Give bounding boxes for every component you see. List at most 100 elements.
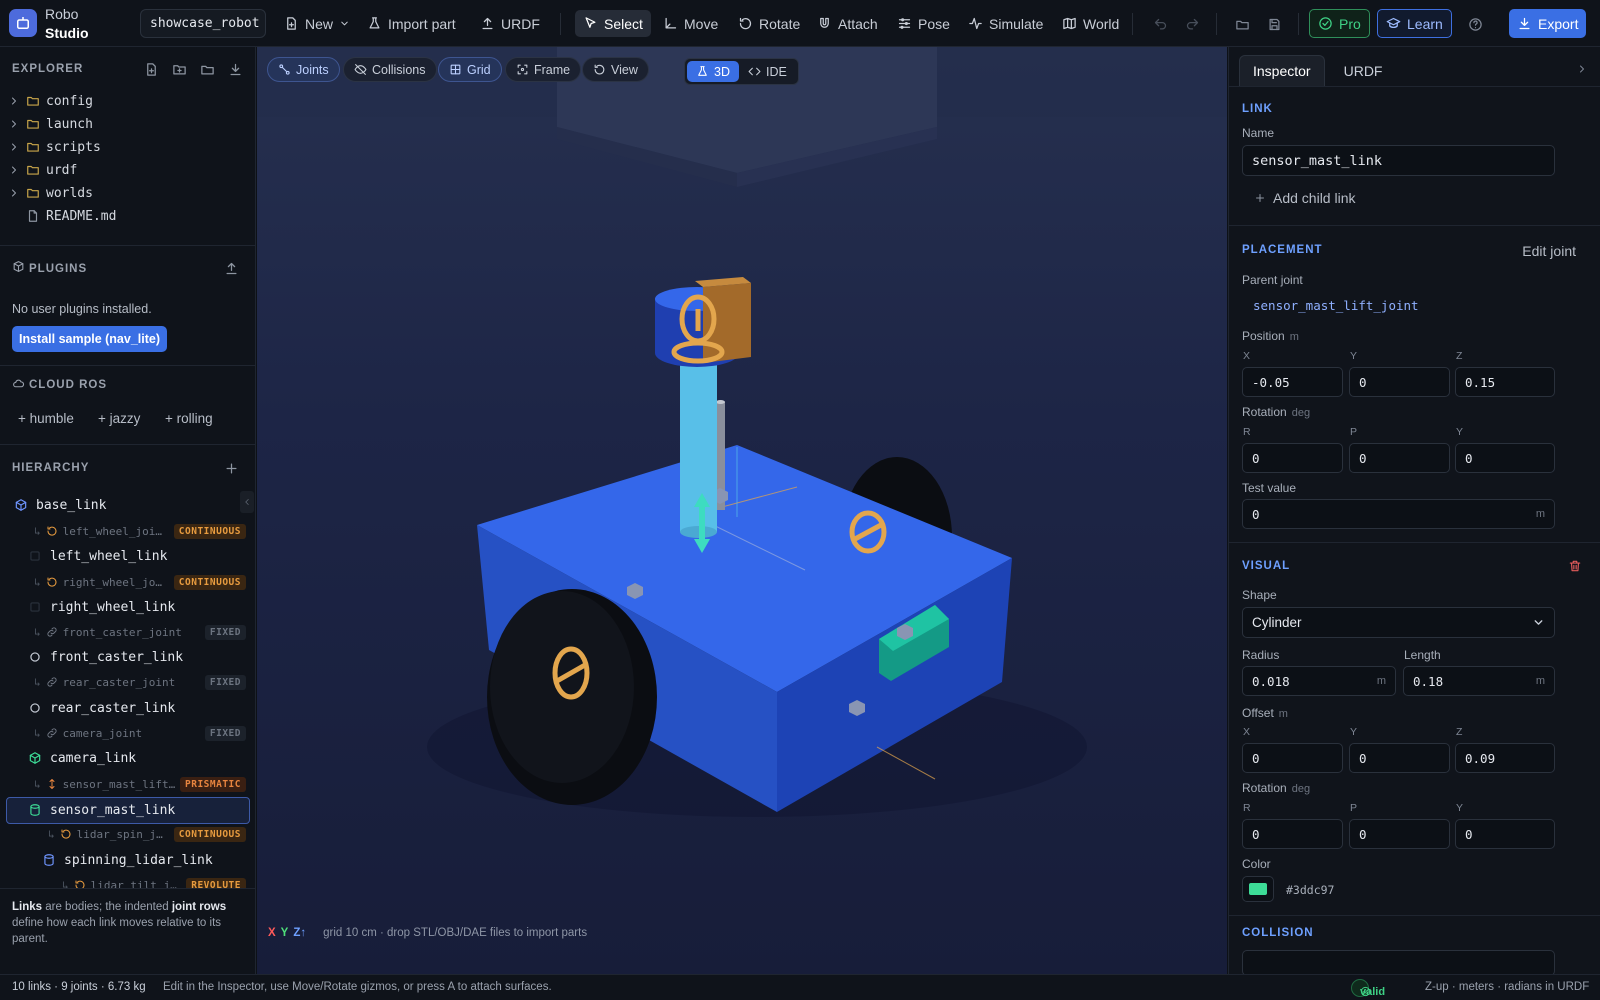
visual-rotation-p-input[interactable]: 0 [1349,819,1450,849]
visual-rotation-p-value: 0 [1359,826,1367,842]
help-button[interactable] [1463,12,1487,36]
shape-select[interactable]: Cylinder [1242,607,1555,638]
offset-z-input[interactable]: 0.09 [1455,743,1555,773]
install-sample-button[interactable]: Install sample (nav_lite) [12,326,167,352]
explorer-item-urdf[interactable]: urdf [8,159,77,181]
offset-label: Offset m [1242,706,1288,720]
explorer-item-scripts[interactable]: scripts [8,136,101,158]
save-button[interactable] [1262,12,1286,36]
top-toolbar: Robo Studio showcase_robot New Import pa… [0,0,1600,47]
visual-rotation-r-input[interactable]: 0 [1242,819,1343,849]
hierarchy-link-label: rear_caster_link [50,700,176,716]
grid-info-text: grid 10 cm · drop STL/OBJ/DAE files to i… [323,927,588,939]
pose-tool-button[interactable]: Pose [889,10,958,37]
hierarchy-link-right-wheel[interactable]: right_wheel_link [28,595,175,619]
ros-distro-jazzy[interactable]: + jazzy [98,411,140,426]
hierarchy-joint-sensor-mast-lift[interactable]: ↳ sensor_mast_lift… PRISMATIC [34,774,255,794]
visual-section-title: VISUAL [1242,560,1291,572]
select-tool-button[interactable]: Select [575,10,651,37]
open-folder-button[interactable] [1230,12,1254,36]
undo-button[interactable] [1148,12,1172,36]
toggle-joints[interactable]: Joints [267,57,340,82]
test-value-input[interactable]: 0m [1242,499,1555,529]
hierarchy-link-rear-caster[interactable]: rear_caster_link [28,696,175,720]
chevron-right-icon [8,164,20,176]
offset-y-input[interactable]: 0 [1349,743,1450,773]
position-x-input[interactable]: -0.05 [1242,367,1343,397]
lidar-bracket [703,283,751,363]
tab-urdf[interactable]: URDF [1331,55,1396,86]
robot-scene[interactable] [257,47,1227,974]
toggle-frame[interactable]: Frame [505,57,582,82]
hierarchy-link-sensor-mast[interactable]: sensor_mast_link [28,798,175,822]
attach-tool-button[interactable]: Attach [809,10,886,37]
position-y-input[interactable]: 0 [1349,367,1450,397]
pro-button[interactable]: Pro [1309,9,1370,38]
parent-joint-link[interactable]: sensor_mast_lift_joint [1253,298,1419,313]
hierarchy-joint-left-wheel[interactable]: ↳ left_wheel_joi… CONTINUOUS [34,521,255,541]
urdf-button[interactable]: URDF [472,10,548,37]
ros-distro-humble[interactable]: + humble [18,411,74,426]
units-info: Z-up · meters · radians in URDF [1425,981,1590,993]
hierarchy-link-spinning-lidar[interactable]: spinning_lidar_link [42,848,213,872]
new-button[interactable]: New [276,10,358,37]
upload-icon [480,16,495,31]
ros-distro-rolling[interactable]: + rolling [165,411,213,426]
learn-button[interactable]: Learn [1377,9,1452,38]
toggle-view[interactable]: View [582,57,649,82]
explorer-item-launch[interactable]: launch [8,113,93,135]
length-input[interactable]: 0.18 m [1403,666,1555,696]
toggle-collisions[interactable]: Collisions [343,57,437,82]
radius-label: Radius [1242,648,1280,662]
hierarchy-link-base[interactable]: base_link [14,493,106,517]
indent-arrow-icon: ↳ [34,575,41,589]
mode-ide-button[interactable]: IDE [739,61,796,82]
mode-3d-button[interactable]: 3D [687,61,739,82]
radius-input[interactable]: 0.018 m [1242,666,1396,696]
project-name-field[interactable]: showcase_robot [140,9,266,38]
explorer-item-config[interactable]: config [8,90,93,112]
position-z-input[interactable]: 0.15 [1455,367,1555,397]
hierarchy-link-front-caster[interactable]: front_caster_link [28,645,183,669]
chevron-right-icon[interactable] [1576,63,1588,75]
edit-joint-button[interactable]: Edit joint [1522,243,1576,259]
sidebar-collapse-handle[interactable] [240,491,254,513]
open-folder-icon[interactable] [200,62,215,77]
download-icon[interactable] [228,62,243,77]
upload-icon[interactable] [224,261,239,276]
rotation-r-input[interactable]: 0 [1242,443,1343,473]
move-tool-button[interactable]: Move [655,10,726,37]
rotate-tool-button[interactable]: Rotate [730,10,808,37]
import-part-button[interactable]: Import part [359,10,464,37]
world-tool-button[interactable]: World [1054,10,1127,37]
hierarchy-joint-front-caster[interactable]: ↳ front_caster_joint FIXED [34,622,255,642]
tab-inspector[interactable]: Inspector [1239,55,1325,86]
offset-x-input[interactable]: 0 [1242,743,1343,773]
3d-viewport[interactable]: Joints Collisions Grid Frame View 3D IDE… [257,47,1227,974]
visual-rotation-y-input[interactable]: 0 [1455,819,1555,849]
add-child-link-button[interactable]: Add child link [1254,190,1356,206]
redo-button[interactable] [1180,12,1204,36]
new-file-icon[interactable] [144,62,159,77]
new-folder-icon[interactable] [172,62,187,77]
hierarchy-joint-label: sensor_mast_lift… [62,777,176,791]
color-swatch[interactable] [1242,876,1274,902]
rotation-y-input[interactable]: 0 [1455,443,1555,473]
explorer-item-readme[interactable]: README.md [26,205,116,227]
save-icon [1267,17,1282,32]
plus-icon[interactable] [224,461,239,476]
trash-icon[interactable] [1568,559,1582,573]
hierarchy-link-left-wheel[interactable]: left_wheel_link [28,544,167,568]
hierarchy-joint-camera[interactable]: ↳ camera_joint FIXED [34,723,255,743]
link-name-input[interactable]: sensor_mast_link [1242,145,1555,176]
export-button[interactable]: Export [1509,9,1587,38]
rotation-p-input[interactable]: 0 [1349,443,1450,473]
hierarchy-joint-lidar-spin[interactable]: ↳ lidar_spin_j… CONTINUOUS [48,824,255,844]
hierarchy-link-camera[interactable]: camera_link [28,746,136,770]
simulate-tool-button[interactable]: Simulate [960,10,1051,37]
explorer-item-worlds[interactable]: worlds [8,182,93,204]
hierarchy-joint-rear-caster[interactable]: ↳ rear_caster_joint FIXED [34,672,255,692]
collision-field[interactable] [1242,950,1555,974]
toggle-grid[interactable]: Grid [438,57,502,82]
hierarchy-joint-right-wheel[interactable]: ↳ right_wheel_jo… CONTINUOUS [34,572,255,592]
